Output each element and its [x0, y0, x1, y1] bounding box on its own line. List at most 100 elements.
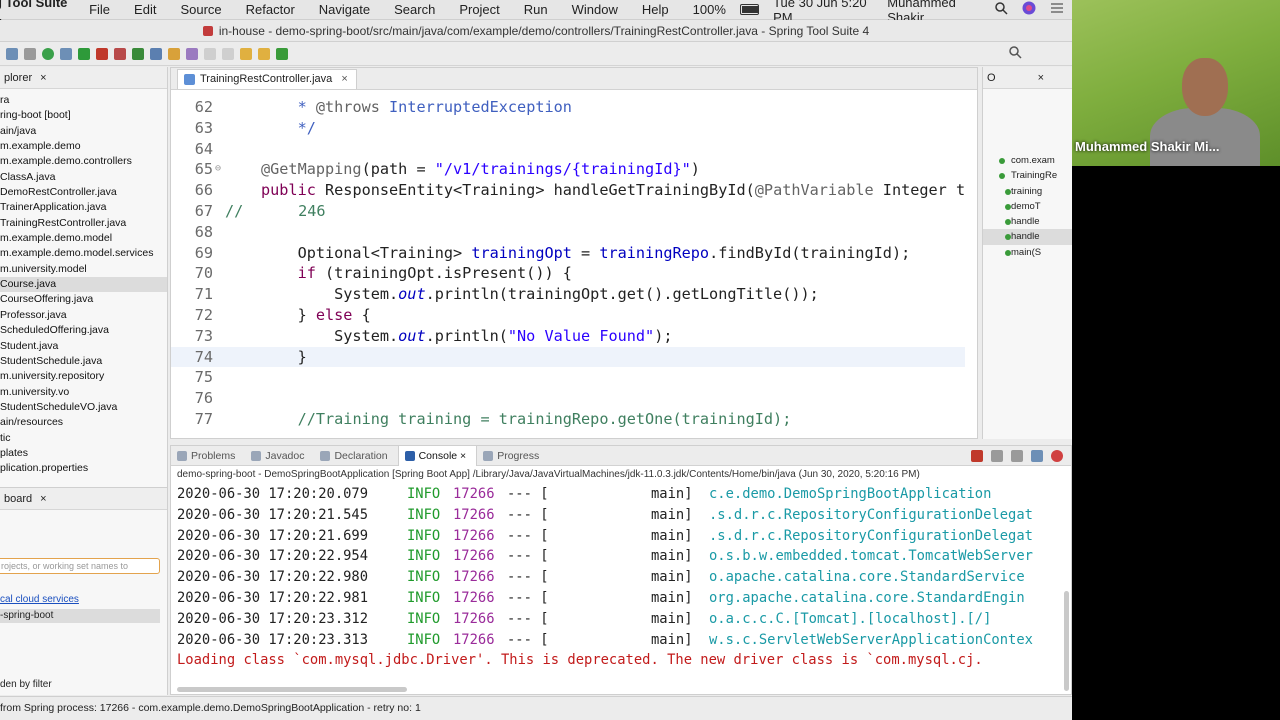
notification-center-icon[interactable] [1050, 2, 1064, 17]
explorer-item[interactable]: ring-boot [boot] [0, 108, 167, 123]
console-boot-icon[interactable] [1051, 449, 1063, 462]
explorer-item[interactable]: plates [0, 446, 167, 461]
outline-item[interactable]: handle [983, 229, 1073, 245]
explorer-item[interactable]: ClassA.java [0, 170, 167, 185]
console-pin-icon[interactable] [1031, 449, 1043, 462]
toolbar-new-icon[interactable] [6, 47, 18, 60]
outline-item[interactable]: handle [983, 214, 1073, 229]
outline-close-icon[interactable]: × [1038, 72, 1044, 84]
toolbar-quick-access-search-icon[interactable] [1009, 45, 1022, 62]
battery-icon[interactable] [739, 4, 760, 15]
explorer-item[interactable]: StudentScheduleVO.java [0, 400, 167, 415]
console-horizontal-scrollbar[interactable] [177, 687, 407, 692]
outline-item[interactable]: training [983, 184, 1073, 199]
code-line[interactable]: 66 public ResponseEntity<Training> handle… [171, 180, 977, 201]
menu-refactor[interactable]: Refactor [246, 2, 295, 17]
outline-item[interactable]: main(S [983, 245, 1073, 260]
code-line[interactable]: 74 } [171, 346, 965, 368]
menu-file[interactable]: File [89, 2, 110, 17]
console-close-icon[interactable]: × [460, 450, 466, 462]
code-line[interactable]: 77 //Training training = trainingRepo.ge… [171, 409, 977, 430]
toolbar-relaunch-icon[interactable] [114, 47, 126, 60]
spotlight-search-icon[interactable] [995, 1, 1008, 18]
menu-navigate[interactable]: Navigate [319, 2, 370, 17]
code-line[interactable]: 68 [171, 222, 977, 243]
explorer-item[interactable]: m.university.model [0, 262, 167, 277]
editor-tab-trainingrestcontroller[interactable]: TrainingRestController.java × [177, 69, 357, 89]
explorer-item[interactable]: m.university.vo [0, 385, 167, 400]
explorer-item[interactable]: TrainerApplication.java [0, 200, 167, 215]
explorer-close-icon[interactable]: × [40, 72, 46, 84]
explorer-tab[interactable]: plorer [0, 72, 36, 84]
toolbar-forward-icon[interactable] [258, 47, 270, 60]
code-line[interactable]: 63 */ [171, 118, 977, 139]
menu-run[interactable]: Run [524, 2, 548, 17]
explorer-item[interactable]: ain/java [0, 124, 167, 139]
console-clear-icon[interactable] [991, 449, 1003, 462]
tab-console[interactable]: Console × [397, 445, 478, 466]
console-output[interactable]: 2020-06-30 17:20:20.079 INFO 17266 --- [mai… [171, 484, 1067, 671]
outline-item[interactable]: TrainingRe [983, 168, 1073, 183]
explorer-item[interactable]: m.example.demo.model.services [0, 246, 167, 261]
toolbar-pin-icon[interactable] [276, 47, 288, 60]
explorer-item[interactable]: Course.java [0, 277, 167, 293]
console-scroll-lock-icon[interactable] [1011, 449, 1023, 462]
code-line[interactable]: 64 [171, 139, 977, 160]
menu-window[interactable]: Window [572, 2, 618, 17]
tab-progress[interactable]: Progress [477, 446, 549, 466]
toolbar-save-icon[interactable] [24, 47, 36, 60]
toolbar-open-folder-icon[interactable] [168, 47, 180, 60]
explorer-item[interactable]: m.example.demo.controllers [0, 154, 167, 169]
outline-tab[interactable]: O [983, 72, 1000, 84]
tab-javadoc[interactable]: Javadoc [245, 446, 314, 466]
outline-item[interactable]: com.exam [983, 153, 1073, 168]
toolbar-stop-icon[interactable] [96, 47, 108, 60]
siri-icon[interactable] [1022, 1, 1036, 18]
code-line[interactable]: 62 * @throws InterruptedException [171, 97, 977, 118]
toolbar-boot-dashboard-icon[interactable] [132, 47, 144, 60]
dashboard-boot-app-item[interactable]: -spring-boot [0, 609, 160, 623]
explorer-item[interactable]: ain/resources [0, 415, 167, 430]
outline-item[interactable]: demoT [983, 199, 1073, 214]
toolbar-search-icon[interactable] [186, 47, 198, 60]
explorer-item[interactable]: m.example.demo [0, 139, 167, 154]
code-line[interactable]: 76 [171, 388, 977, 409]
explorer-item[interactable]: ra [0, 93, 167, 108]
toolbar-prev-annotation-icon[interactable] [204, 47, 216, 60]
explorer-item[interactable]: m.university.repository [0, 369, 167, 384]
toolbar-open-type-icon[interactable] [150, 47, 162, 60]
code-line[interactable]: 75 [171, 367, 977, 388]
code-line[interactable]: 71 System.out.println(trainingOpt.get().… [171, 284, 977, 305]
menu-project[interactable]: Project [459, 2, 499, 17]
explorer-item[interactable]: plication.properties [0, 461, 167, 476]
code-line[interactable]: 69 Optional<Training> trainingOpt = trai… [171, 243, 977, 264]
explorer-item[interactable]: Student.java [0, 339, 167, 354]
code-area[interactable]: 62 * @throws InterruptedException 63 */64… [171, 90, 977, 438]
editor-tab-close-icon[interactable]: × [341, 73, 347, 85]
explorer-item[interactable]: DemoRestController.java [0, 185, 167, 200]
menu-search[interactable]: Search [394, 2, 435, 17]
code-line[interactable]: 73 System.out.println("No Value Found"); [171, 326, 977, 347]
code-line[interactable]: 70 if (trainingOpt.isPresent()) { [171, 263, 977, 284]
tab-problems[interactable]: Problems [171, 446, 245, 466]
console-vertical-scrollbar[interactable] [1064, 591, 1069, 691]
menu-source[interactable]: Source [180, 2, 221, 17]
console-terminate-icon[interactable] [971, 449, 983, 462]
explorer-item[interactable]: TrainingRestController.java [0, 216, 167, 231]
toolbar-debug-icon[interactable] [42, 47, 54, 60]
toolbar-back-icon[interactable] [240, 47, 252, 60]
local-cloud-services-link[interactable]: cal cloud services [0, 594, 79, 605]
menu-edit[interactable]: Edit [134, 2, 156, 17]
explorer-item[interactable]: CourseOffering.java [0, 292, 167, 307]
explorer-item[interactable]: m.example.demo.model [0, 231, 167, 246]
tab-declaration[interactable]: Declaration [314, 446, 397, 466]
explorer-item[interactable]: tic [0, 431, 167, 446]
toolbar-skip-icon[interactable] [60, 47, 72, 60]
dashboard-tab[interactable]: board [0, 493, 36, 505]
menu-help[interactable]: Help [642, 2, 669, 17]
code-line[interactable]: 67 // 246 [171, 201, 977, 222]
code-line[interactable]: 72 } else { [171, 305, 977, 326]
explorer-item[interactable]: Professor.java [0, 308, 167, 323]
dashboard-close-icon[interactable]: × [40, 493, 46, 505]
dashboard-filter-input[interactable]: rojects, or working set names to [0, 558, 160, 574]
